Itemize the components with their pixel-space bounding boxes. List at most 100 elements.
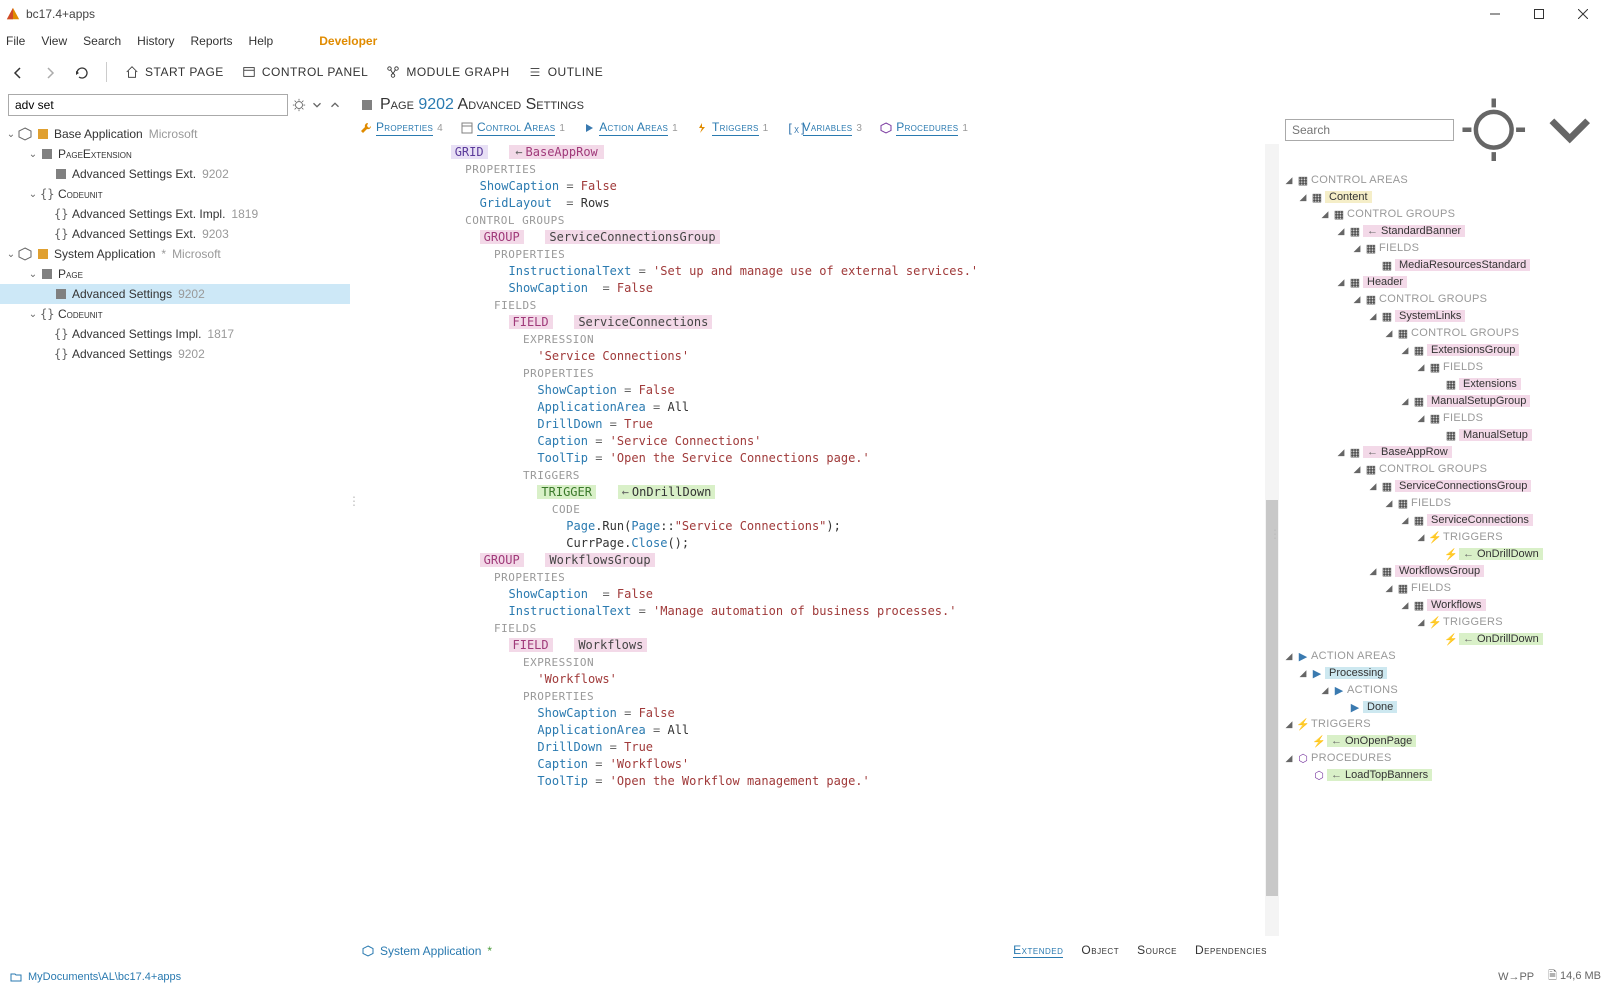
- outline-node[interactable]: ◢▦←StandardBanner: [1279, 223, 1611, 240]
- tree-page-extension[interactable]: ⌄ PageExtension: [0, 144, 350, 164]
- wrench-icon: [360, 122, 372, 134]
- outline-node[interactable]: ◢⬡PROCEDURES: [1279, 750, 1611, 767]
- outline-node[interactable]: ◢⚡TRIGGERS: [1279, 529, 1611, 546]
- outline-button[interactable]: OUTLINE: [528, 65, 604, 79]
- tab-control-areas[interactable]: Control Areas1: [461, 120, 565, 136]
- tree-item-selected[interactable]: Advanced Settings 9202: [0, 284, 350, 304]
- footer-tab-object[interactable]: Object: [1081, 943, 1119, 958]
- codeunit-icon: {}: [54, 327, 68, 341]
- tree-base-application[interactable]: ⌄ Base Application Microsoft: [0, 124, 350, 144]
- tree-item[interactable]: {} Advanced Settings Ext. 9203: [0, 224, 350, 244]
- settings-icon[interactable]: [292, 98, 306, 112]
- minimize-button[interactable]: [1473, 0, 1517, 28]
- search-input[interactable]: [8, 94, 288, 116]
- refresh-button[interactable]: [74, 65, 88, 79]
- tree-label: Base Application: [54, 127, 143, 141]
- outline-node[interactable]: ◢⚡TRIGGERS: [1279, 614, 1611, 631]
- tree-item[interactable]: Advanced Settings Ext. 9202: [0, 164, 350, 184]
- outline-node[interactable]: ◢▦FIELDS: [1279, 240, 1611, 257]
- tree-system-application[interactable]: ⌄ System Application * Microsoft: [0, 244, 350, 264]
- outline-node[interactable]: ▦Extensions: [1279, 376, 1611, 393]
- menu-file[interactable]: File: [6, 34, 25, 48]
- layout-icon: ▦: [1365, 293, 1377, 305]
- outline-node[interactable]: ◢▶ACTIONS: [1279, 682, 1611, 699]
- outline-node[interactable]: ◢▦WorkflowsGroup: [1279, 563, 1611, 580]
- outline-node[interactable]: ◢▦ManualSetupGroup: [1279, 393, 1611, 410]
- nav-back-button[interactable]: [10, 65, 24, 79]
- module-graph-button[interactable]: MODULE GRAPH: [386, 65, 509, 79]
- close-button[interactable]: [1561, 0, 1605, 28]
- outline-node[interactable]: ◢▦CONTROL AREAS: [1279, 172, 1611, 189]
- outline-node[interactable]: ◢▦FIELDS: [1279, 495, 1611, 512]
- tree-label: System Application: [54, 247, 155, 261]
- menu-search[interactable]: Search: [83, 34, 121, 48]
- menu-history[interactable]: History: [137, 34, 174, 48]
- tree-item[interactable]: {} Advanced Settings Ext. Impl. 1819: [0, 204, 350, 224]
- menu-reports[interactable]: Reports: [191, 34, 233, 48]
- splitter-right[interactable]: ⋮: [1269, 527, 1281, 541]
- tab-triggers[interactable]: Triggers1: [696, 120, 769, 136]
- outline-node[interactable]: ◢▦Header: [1279, 274, 1611, 291]
- outline-node[interactable]: ⚡←OnDrillDown: [1279, 546, 1611, 563]
- play-icon: ▶: [1333, 684, 1345, 696]
- outline-node[interactable]: ◢▦CONTROL GROUPS: [1279, 461, 1611, 478]
- outline-node[interactable]: ◢⚡TRIGGERS: [1279, 716, 1611, 733]
- maximize-button[interactable]: [1517, 0, 1561, 28]
- outline-node[interactable]: ◢▦FIELDS: [1279, 410, 1611, 427]
- start-page-button[interactable]: START PAGE: [125, 65, 224, 79]
- collapse-up-icon[interactable]: [328, 98, 342, 112]
- outline-node[interactable]: ▦MediaResourcesStandard: [1279, 257, 1611, 274]
- tree-item[interactable]: {} Advanced Settings 9202: [0, 344, 350, 364]
- tree-label: Advanced Settings Ext. Impl.: [72, 207, 225, 221]
- outline-node[interactable]: ◢▶Processing: [1279, 665, 1611, 682]
- collapse-down-icon[interactable]: [310, 98, 324, 112]
- menu-help[interactable]: Help: [249, 34, 274, 48]
- outline-node[interactable]: ◢▦←BaseAppRow: [1279, 444, 1611, 461]
- footer-tab-dependencies[interactable]: Dependencies: [1195, 943, 1267, 958]
- outline-node[interactable]: ◢▦SystemLinks: [1279, 308, 1611, 325]
- outline-node[interactable]: ⬡←LoadTopBanners: [1279, 767, 1611, 784]
- tab-properties[interactable]: Properties4: [360, 120, 443, 136]
- outline-node[interactable]: ◢▦ExtensionsGroup: [1279, 342, 1611, 359]
- menu-view[interactable]: View: [41, 34, 67, 48]
- outline-node[interactable]: ▶Done: [1279, 699, 1611, 716]
- outline-node[interactable]: ◢▶ACTION AREAS: [1279, 648, 1611, 665]
- layout-icon: ▦: [1413, 514, 1425, 526]
- status-path[interactable]: MyDocuments\AL\bc17.4+apps: [28, 971, 181, 983]
- outline-node[interactable]: ◢▦CONTROL GROUPS: [1279, 291, 1611, 308]
- nav-forward-button[interactable]: [42, 65, 56, 79]
- menu-developer[interactable]: Developer: [319, 34, 377, 48]
- outline-node[interactable]: ▦ManualSetup: [1279, 427, 1611, 444]
- footer-tab-extended[interactable]: Extended: [1013, 943, 1063, 958]
- outline-node[interactable]: ◢▦ServiceConnectionsGroup: [1279, 478, 1611, 495]
- outline-node[interactable]: ◢▦Workflows: [1279, 597, 1611, 614]
- outline-node[interactable]: ⚡←OnDrillDown: [1279, 631, 1611, 648]
- bolt-icon: ⚡: [1445, 548, 1457, 560]
- footer-tab-source[interactable]: Source: [1137, 943, 1177, 958]
- tree-label: Advanced Settings: [72, 287, 172, 301]
- outline-node[interactable]: ◢▦ServiceConnections: [1279, 512, 1611, 529]
- settings-icon[interactable]: [1458, 94, 1530, 166]
- outline-node[interactable]: ◢▦CONTROL GROUPS: [1279, 325, 1611, 342]
- footer-app-link[interactable]: System Application: [380, 944, 481, 958]
- outline-node[interactable]: ◢▦FIELDS: [1279, 359, 1611, 376]
- outline-node[interactable]: ◢▦FIELDS: [1279, 580, 1611, 597]
- outline-node[interactable]: ◢▦CONTROL GROUPS: [1279, 206, 1611, 223]
- control-panel-button[interactable]: CONTROL PANEL: [242, 65, 369, 79]
- tree-codeunit[interactable]: ⌄ {} Codeunit: [0, 184, 350, 204]
- tab-action-areas[interactable]: Action Areas1: [583, 120, 678, 136]
- tree-codeunit[interactable]: ⌄ {} Codeunit: [0, 304, 350, 324]
- outline-node[interactable]: ◢▦Content: [1279, 189, 1611, 206]
- tab-variables[interactable]: [x]Variables3: [787, 120, 863, 136]
- code-editor[interactable]: GRID ←BaseAppRow PROPERTIES ShowCaption …: [350, 144, 1279, 936]
- tab-procedures[interactable]: Procedures1: [880, 120, 968, 136]
- layout-icon: ▦: [1413, 344, 1425, 356]
- outline-node[interactable]: ⚡←OnOpenPage: [1279, 733, 1611, 750]
- outline-label: OUTLINE: [548, 65, 604, 79]
- tree-item[interactable]: {} Advanced Settings Impl. 1817: [0, 324, 350, 344]
- tree-page[interactable]: ⌄ Page: [0, 264, 350, 284]
- codeunit-icon: {}: [40, 187, 54, 201]
- outline-search-input[interactable]: [1285, 119, 1454, 141]
- chevron-down-icon[interactable]: [1534, 94, 1606, 166]
- graph-icon: [386, 65, 400, 79]
